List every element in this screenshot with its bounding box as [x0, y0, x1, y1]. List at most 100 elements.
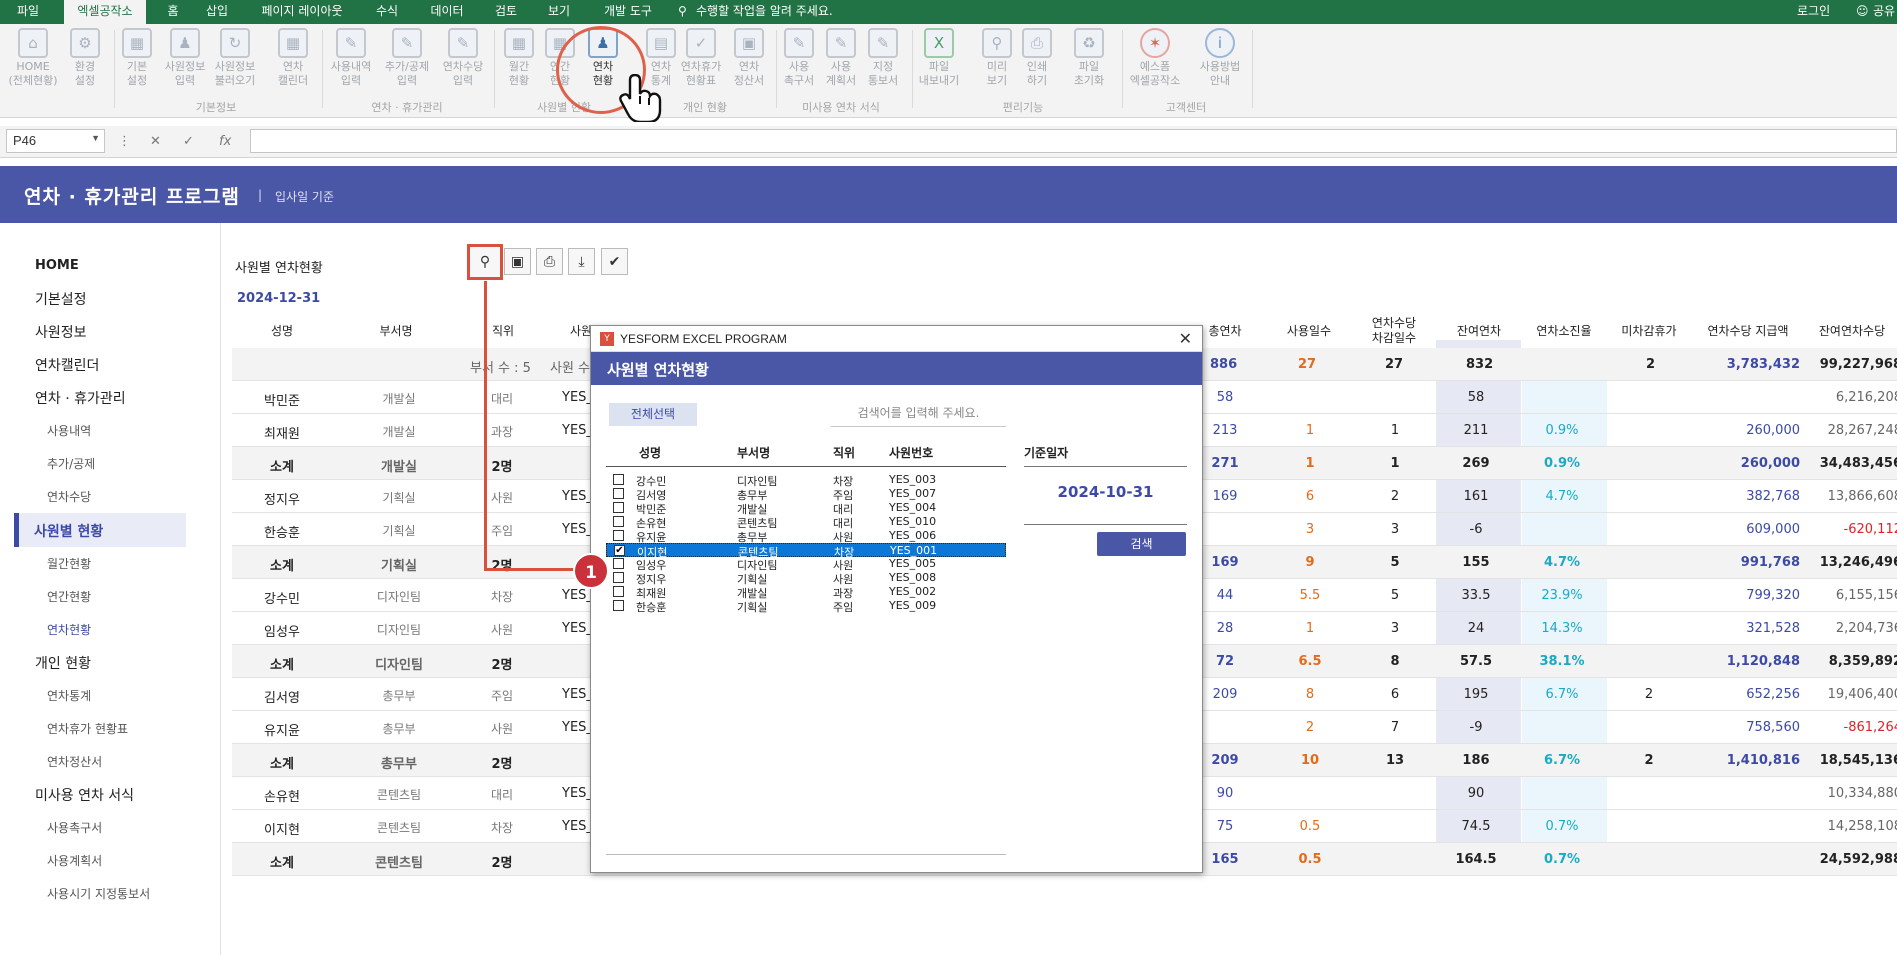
cell-deduct: 6: [1390, 687, 1400, 702]
employee-checkbox[interactable]: [613, 474, 624, 485]
employee-list-item[interactable]: 박민준 개발실 대리 YES_004: [606, 501, 1006, 516]
employee-list-item[interactable]: 정지우 기획실 사원 YES_008: [606, 571, 1006, 586]
sidebar-item-unused-forms[interactable]: 미사용 연차 서식: [35, 785, 134, 805]
tab-excel-workshop[interactable]: 엑셀공작소: [64, 0, 146, 24]
yesform-button[interactable]: ✶ 예스폼 엑셀공작소: [1125, 28, 1185, 88]
notice-button[interactable]: ✎ 지정 통보서: [858, 28, 908, 88]
cell-remain-pay: 10,334,880: [1827, 786, 1897, 801]
settlement-button[interactable]: ▣ 연차 정산서: [724, 28, 774, 88]
confirm-button[interactable]: ✔: [601, 248, 628, 275]
formula-input[interactable]: [250, 129, 1897, 153]
guide-button[interactable]: i 사용방법 안내: [1192, 28, 1248, 88]
tab-formulas[interactable]: 수식: [372, 0, 402, 24]
employee-list-item[interactable]: 유지윤 총무부 사원 YES_006: [606, 529, 1006, 544]
dialog-search-button[interactable]: 검색: [1097, 532, 1186, 556]
leave-calendar-button[interactable]: ▦ 연차 캘린더: [268, 28, 318, 88]
dialog-search-input[interactable]: 검색어를 입력해 주세요.: [831, 402, 1006, 427]
sidebar-item-leave-table[interactable]: 연차휴가 현황표: [47, 720, 128, 737]
employee-list-item[interactable]: 최재원 개발실 과장 YES_002: [606, 585, 1006, 600]
cell-rate: 4.7%: [1545, 489, 1579, 504]
cell-total: 90: [1216, 786, 1234, 801]
download-button[interactable]: ⤓: [568, 248, 595, 275]
cell-dept: 콘텐츠팀: [376, 788, 422, 802]
employee-load-button[interactable]: ↻ 사원정보 불러오기: [210, 28, 260, 88]
leave-table-button[interactable]: ✓ 연차휴가 현황표: [676, 28, 726, 88]
select-all-button[interactable]: 전체선택: [609, 403, 697, 426]
sidebar-item-employee-info[interactable]: 사원정보: [35, 322, 87, 342]
sidebar-item-leave-mgmt[interactable]: 연차 · 휴가관리: [35, 388, 126, 408]
export-file-button[interactable]: X 파일 내보내기: [914, 28, 964, 88]
sidebar-item-personal[interactable]: 개인 현황: [35, 653, 91, 673]
sidebar-item-monthly[interactable]: 월간현황: [47, 555, 91, 572]
cell-pos: 차장: [490, 821, 514, 835]
sidebar-item-usage[interactable]: 사용내역: [47, 422, 91, 439]
employee-list-item[interactable]: 김서영 총무부 주임 YES_007: [606, 487, 1006, 502]
tab-home[interactable]: 홈: [158, 0, 188, 24]
employee-checkbox[interactable]: [613, 558, 624, 569]
employee-list-item[interactable]: 손유현 콘텐츠팀 대리 YES_010: [606, 515, 1006, 530]
tab-view[interactable]: 보기: [544, 0, 574, 24]
employee-checkbox[interactable]: [613, 572, 624, 583]
employee-list-item[interactable]: 강수민 디자인팀 차장 YES_003: [606, 473, 1006, 488]
cell-name: 정지우: [264, 493, 300, 508]
tab-file[interactable]: 파일: [0, 0, 56, 24]
cell-deduct: 1: [1390, 456, 1400, 471]
sidebar-item-plan[interactable]: 사용계획서: [47, 852, 102, 869]
tab-developer[interactable]: 개발 도구: [598, 0, 658, 24]
chevron-down-icon[interactable]: ▼: [91, 133, 100, 143]
tab-data[interactable]: 데이터: [424, 0, 470, 24]
employee-checkbox[interactable]: [613, 530, 624, 541]
sidebar-item-employee-status[interactable]: 사원별 현황: [14, 513, 186, 547]
tab-page-layout[interactable]: 페이지 레이아웃: [254, 0, 350, 24]
login-link[interactable]: 로그인: [1797, 0, 1830, 22]
cancel-icon[interactable]: ✕: [150, 134, 161, 149]
settings-button[interactable]: ⚙ 환경 설정: [60, 28, 110, 88]
base-date-value[interactable]: 2024-10-31: [1024, 483, 1187, 501]
reset-file-button[interactable]: ♻ 파일 초기화: [1064, 28, 1114, 88]
sidebar-item-yearly[interactable]: 연간현황: [47, 588, 91, 605]
tell-me-box[interactable]: 수행할 작업을 알려 주세요.: [696, 0, 833, 22]
cell-pos: 대리: [490, 392, 514, 406]
employee-checkbox[interactable]: ✔: [614, 545, 625, 556]
sidebar-item-allowance[interactable]: 연차수당: [47, 488, 91, 505]
sidebar-item-notice[interactable]: 사용시기 지정통보서: [47, 885, 150, 902]
employee-id: YES_005: [889, 557, 937, 570]
usage-input-button[interactable]: ✎ 사용내역 입력: [326, 28, 376, 88]
employee-list-item[interactable]: 한승훈 기획실 주임 YES_009: [606, 599, 1006, 614]
cell-remain: 211: [1463, 423, 1489, 438]
employee-list-item[interactable]: 임성우 디자인팀 사원 YES_005: [606, 557, 1006, 572]
sidebar-item-calendar[interactable]: 연차캘린더: [35, 355, 99, 375]
cell-rate: 38.1%: [1539, 654, 1585, 669]
sidebar-item-settlement[interactable]: 연차정산서: [47, 753, 102, 770]
add-deduct-input-button[interactable]: ✎ 추가/공제 입력: [382, 28, 432, 88]
employee-checkbox[interactable]: [613, 516, 624, 527]
employee-list-item[interactable]: ✔ 이지현 콘텐츠팀 차장 YES_001: [606, 543, 1006, 559]
allowance-input-button[interactable]: ✎ 연차수당 입력: [438, 28, 488, 88]
sidebar-item-add-deduct[interactable]: 추가/공제: [47, 455, 95, 472]
employee-checkbox[interactable]: [613, 488, 624, 499]
tab-review[interactable]: 검토: [490, 0, 522, 24]
list-bottom-line: [606, 854, 1006, 855]
employee-checkbox[interactable]: [613, 502, 624, 513]
enter-icon[interactable]: ✓: [183, 134, 194, 149]
name-box[interactable]: P46 ▼: [6, 129, 105, 153]
sidebar-item-home[interactable]: HOME: [35, 258, 79, 273]
basic-settings-button[interactable]: ▦ 기본 설정: [112, 28, 162, 88]
sidebar-item-stats[interactable]: 연차통계: [47, 687, 91, 704]
sidebar-item-urge[interactable]: 사용촉구서: [47, 819, 102, 836]
search-button[interactable]: ⚲: [467, 244, 503, 280]
close-icon[interactable]: ✕: [1179, 329, 1192, 348]
print-toolbar-button[interactable]: ⎙: [536, 248, 563, 275]
employee-checkbox[interactable]: [613, 600, 624, 611]
sidebar-item-leave-status[interactable]: 연차현황: [47, 621, 91, 638]
function-icon[interactable]: fx: [219, 134, 231, 149]
monitor-button[interactable]: ▣: [504, 248, 531, 275]
sidebar-item-basic-settings[interactable]: 기본설정: [35, 289, 87, 309]
employee-checkbox[interactable]: [613, 586, 624, 597]
employee-input-button[interactable]: ♟ 사원정보 입력: [160, 28, 210, 88]
cell-remain: -6: [1469, 522, 1483, 537]
share-button[interactable]: 공유: [1873, 0, 1895, 22]
tab-insert[interactable]: 삽입: [202, 0, 232, 24]
home-button[interactable]: ⌂ HOME (전체현황): [8, 28, 58, 88]
print-button[interactable]: ⎙ 인쇄 하기: [1012, 28, 1062, 88]
